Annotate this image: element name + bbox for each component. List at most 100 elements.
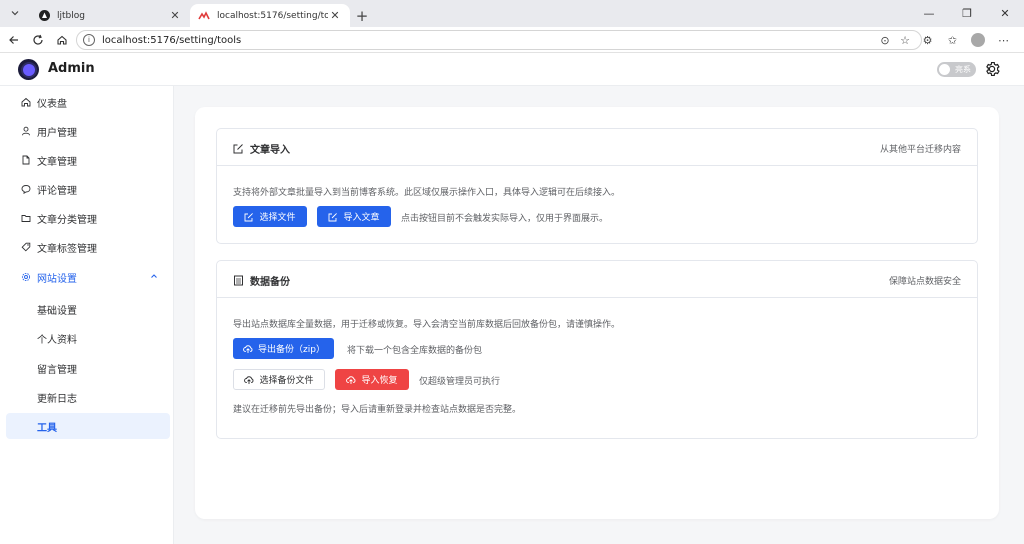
- close-icon[interactable]: ✕: [168, 9, 182, 22]
- panel-title-text: 文章导入: [250, 145, 290, 156]
- back-icon[interactable]: [2, 29, 26, 51]
- reload-icon[interactable]: [26, 29, 50, 51]
- site-info-icon[interactable]: i: [83, 34, 95, 46]
- logo-icon: [18, 59, 39, 80]
- sidebar-item-users[interactable]: 用户管理: [6, 118, 170, 144]
- sidebar-item-label: 文章管理: [37, 156, 77, 168]
- chevron-up-icon: [150, 272, 158, 283]
- sidebar-item-site-settings[interactable]: 网站设置: [6, 264, 170, 290]
- button-label: 选择文件: [259, 213, 296, 223]
- site-favicon-icon: [38, 10, 50, 22]
- panel-title: 文章导入: [233, 141, 290, 156]
- panel-description: 导出站点数据库全量数据，用于迁移或恢复。导入会清空当前库数据后回放备份包，请谨慎…: [233, 320, 621, 330]
- theme-label: 亮系: [955, 65, 971, 74]
- sidebar-item-label: 网站设置: [37, 273, 77, 285]
- window-controls: — ❐ ✕: [910, 0, 1024, 27]
- url-text: localhost:5176/setting/tools: [102, 34, 242, 46]
- panel-extra: 保障站点数据安全: [888, 277, 961, 287]
- sidebar-item-label: 个人资料: [37, 334, 77, 346]
- sidebar-subitem-profile[interactable]: 个人资料: [6, 325, 170, 351]
- settings-gear-icon[interactable]: [983, 60, 1001, 78]
- sidebar-item-label: 工具: [37, 422, 57, 434]
- close-window-icon[interactable]: ✕: [986, 0, 1024, 27]
- star-icon[interactable]: ☆: [895, 34, 915, 47]
- browser-right-tools: ⚙ ✩ ⋯: [915, 30, 1016, 50]
- panel-header: 数据备份 保障站点数据安全: [217, 261, 977, 298]
- menu-dots-icon[interactable]: ⋯: [991, 34, 1016, 47]
- button-label: 选择备份文件: [259, 376, 314, 386]
- sidebar-item-dashboard[interactable]: 仪表盘: [6, 89, 170, 115]
- sidebar-item-label: 文章分类管理: [37, 214, 97, 226]
- vite-favicon-icon: [198, 10, 210, 22]
- chevron-down-icon: [11, 11, 19, 16]
- sidebar-subitem-messages[interactable]: 留言管理: [6, 355, 170, 381]
- sidebar-subitem-changelog[interactable]: 更新日志: [6, 384, 170, 410]
- tag-icon: [21, 242, 31, 252]
- export-hint: 将下载一个包含全库数据的备份包: [347, 346, 483, 356]
- folder-icon: [21, 213, 31, 223]
- sidebar-item-label: 用户管理: [37, 127, 77, 139]
- sidebar-item-label: 基础设置: [37, 305, 77, 317]
- sidebar-item-articles[interactable]: 文章管理: [6, 147, 170, 173]
- panel-title: 数据备份: [233, 273, 290, 288]
- sidebar-item-label: 更新日志: [37, 393, 77, 405]
- sidebar-item-label: 文章标签管理: [37, 243, 97, 255]
- edit-icon: [328, 212, 338, 222]
- document-icon: [21, 155, 31, 165]
- cloud-upload-icon: [346, 375, 356, 385]
- extensions-icon[interactable]: ⚙: [915, 34, 940, 47]
- choose-file-button[interactable]: 选择文件: [233, 206, 307, 227]
- sidebar-item-label: 仪表盘: [37, 98, 67, 110]
- tab-search-button[interactable]: [4, 3, 26, 23]
- button-label: 导入文章: [343, 213, 380, 223]
- sidebar-item-comments[interactable]: 评论管理: [6, 176, 170, 202]
- button-label: 导出备份（zip）: [258, 345, 325, 355]
- minimize-icon[interactable]: —: [910, 0, 948, 27]
- home-icon[interactable]: [50, 29, 74, 51]
- cloud-upload-icon: [244, 375, 254, 385]
- browser-tab-bar: ljtblog ✕ localhost:5176/setting/tools ✕…: [0, 0, 1024, 27]
- import-hint: 点击按钮目前不会触发实际导入，仅用于界面展示。: [401, 214, 609, 224]
- panel-description: 支持将外部文章批量导入到当前博客系统。此区域仅展示操作入口，具体导入逻辑可在后续…: [233, 188, 621, 198]
- brand-title: Admin: [48, 61, 95, 76]
- more-options-icon[interactable]: ⊙: [875, 34, 895, 47]
- browser-tab-tools[interactable]: localhost:5176/setting/tools ✕: [190, 4, 350, 27]
- new-tab-button[interactable]: +: [350, 4, 374, 27]
- close-icon[interactable]: ✕: [328, 9, 342, 22]
- edit-icon: [244, 212, 254, 222]
- toggle-knob: [939, 64, 950, 75]
- address-bar[interactable]: i localhost:5176/setting/tools ⊙ ☆: [76, 30, 922, 50]
- comment-icon: [21, 184, 31, 194]
- profile-avatar[interactable]: [971, 33, 985, 47]
- tab-title: ljtblog: [57, 10, 85, 21]
- content-card: 文章导入 从其他平台迁移内容 支持将外部文章批量导入到当前博客系统。此区域仅展示…: [195, 107, 999, 519]
- app-header: Admin: [0, 53, 1024, 86]
- theme-toggle[interactable]: 亮系: [937, 62, 976, 77]
- import-restore-button[interactable]: 导入恢复: [335, 369, 409, 390]
- edit-icon: [233, 143, 244, 154]
- panel-extra: 从其他平台迁移内容: [879, 145, 961, 155]
- sidebar-subitem-basic-settings[interactable]: 基础设置: [6, 296, 170, 322]
- cloud-upload-icon: [243, 344, 253, 354]
- user-icon: [21, 126, 31, 136]
- sidebar-item-tags[interactable]: 文章标签管理: [6, 234, 170, 260]
- sidebar: 仪表盘 用户管理 文章管理 评论管理 文章分类管理 文章标签管理 网站设置 基础…: [0, 86, 174, 544]
- panel-title-text: 数据备份: [250, 277, 290, 288]
- export-backup-button[interactable]: 导出备份（zip）: [233, 338, 334, 359]
- browser-toolbar: i localhost:5176/setting/tools ⊙ ☆ ⚙ ✩ ⋯: [0, 27, 1024, 53]
- article-import-panel: 文章导入 从其他平台迁移内容 支持将外部文章批量导入到当前博客系统。此区域仅展示…: [216, 128, 978, 244]
- restore-hint: 仅超级管理员可执行: [419, 377, 501, 387]
- favorites-icon[interactable]: ✩: [940, 34, 965, 47]
- button-label: 导入恢复: [361, 376, 398, 386]
- import-articles-button[interactable]: 导入文章: [317, 206, 391, 227]
- tab-title: localhost:5176/setting/tools: [217, 10, 328, 21]
- choose-backup-file-button[interactable]: 选择备份文件: [233, 369, 325, 390]
- sidebar-item-label: 留言管理: [37, 364, 77, 376]
- restore-icon[interactable]: ❐: [948, 0, 986, 27]
- data-backup-panel: 数据备份 保障站点数据安全 导出站点数据库全量数据，用于迁移或恢复。导入会清空当…: [216, 260, 978, 439]
- sidebar-item-categories[interactable]: 文章分类管理: [6, 205, 170, 231]
- sidebar-item-label: 评论管理: [37, 185, 77, 197]
- sidebar-subitem-tools[interactable]: 工具: [6, 413, 170, 439]
- panel-header: 文章导入 从其他平台迁移内容: [217, 129, 977, 166]
- browser-tab-ljtblog[interactable]: ljtblog ✕: [30, 4, 190, 27]
